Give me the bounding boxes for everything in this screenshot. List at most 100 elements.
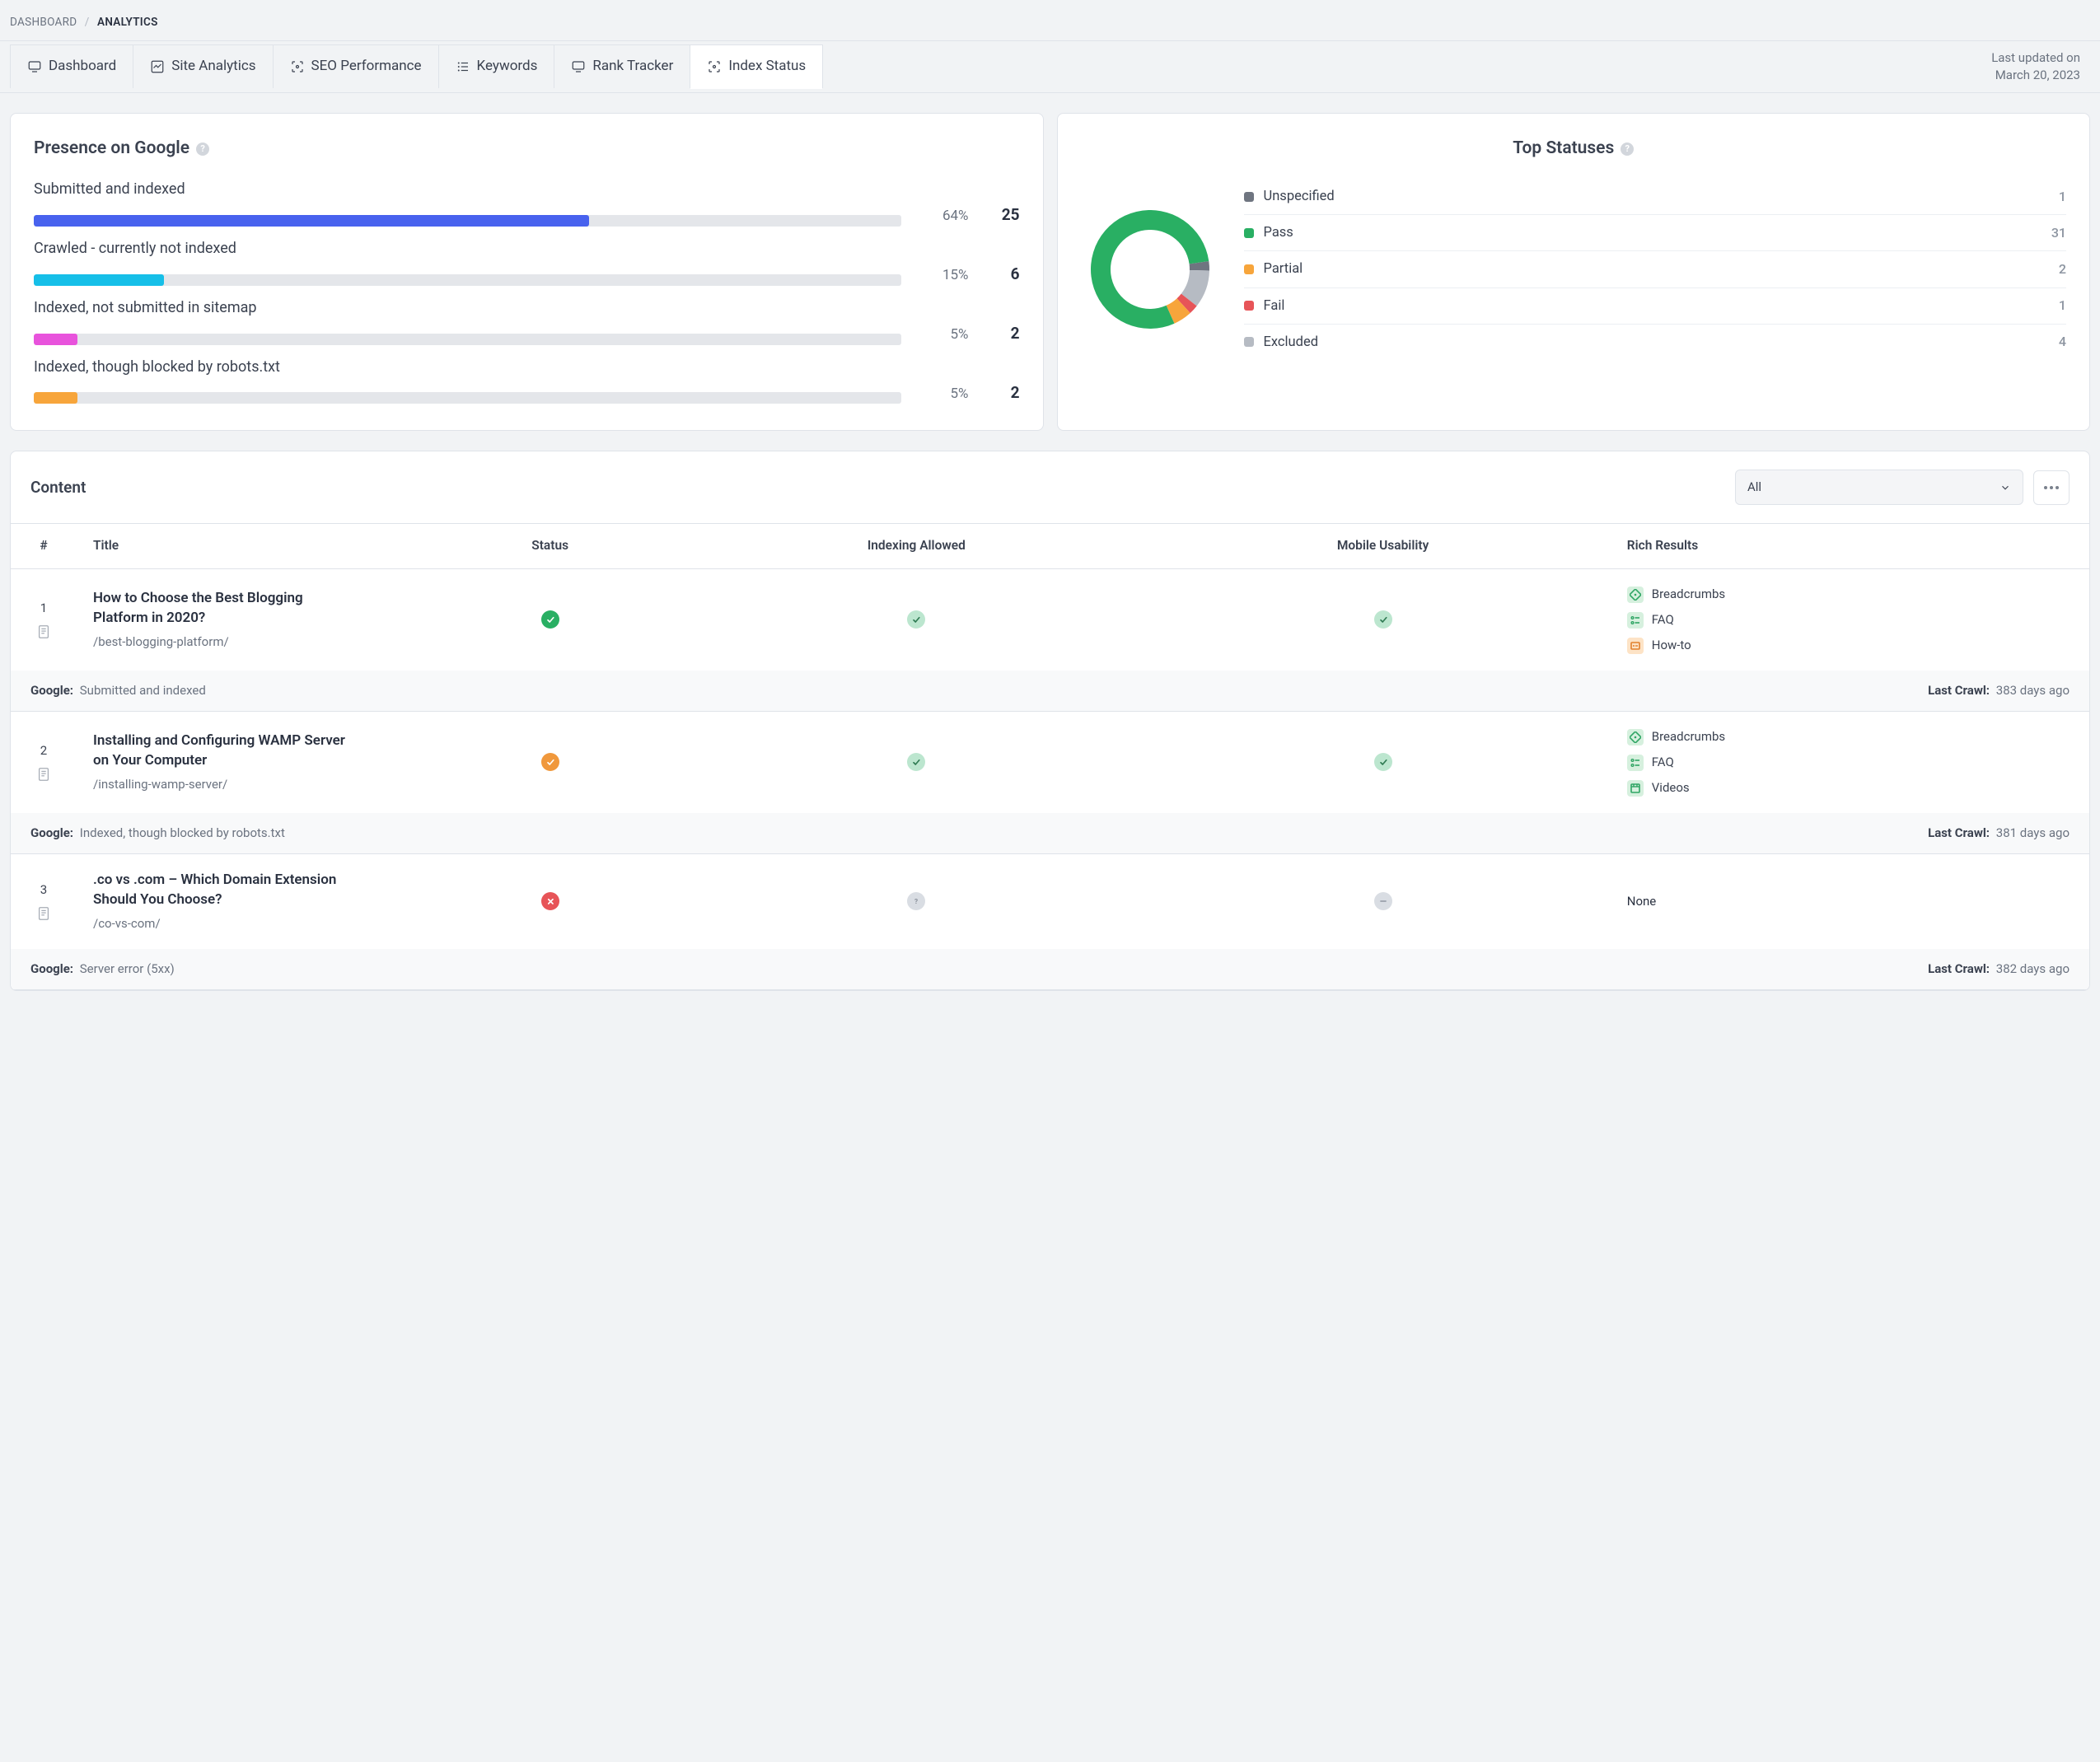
faq-icon bbox=[1627, 755, 1644, 771]
more-icon bbox=[2044, 486, 2059, 489]
status-name: Partial bbox=[1264, 259, 2049, 278]
presence-row: Submitted and indexed 64% 25 bbox=[34, 179, 1020, 227]
top-statuses-title: Top Statuses bbox=[1513, 137, 1614, 161]
row-rich: BreadcrumbsFAQHow-to bbox=[1611, 569, 2089, 671]
row-status bbox=[423, 712, 677, 814]
status-chip bbox=[1244, 337, 1254, 347]
content-actions-button[interactable] bbox=[2033, 470, 2070, 505]
status-count: 1 bbox=[2059, 297, 2066, 315]
breadcrumbs-icon bbox=[1627, 587, 1644, 603]
tab-index-status[interactable]: Index Status bbox=[690, 44, 823, 88]
faq-icon bbox=[1627, 612, 1644, 629]
last-crawl-label: Last Crawl: bbox=[1928, 825, 1990, 840]
tab-dashboard[interactable]: Dashboard bbox=[10, 44, 133, 88]
status-badge bbox=[907, 610, 925, 629]
row-rich: Breadcrumbs FAQ Videos bbox=[1611, 712, 2089, 814]
row-mobile bbox=[1155, 712, 1610, 814]
status-badge bbox=[1374, 892, 1392, 910]
help-icon[interactable]: ? bbox=[196, 143, 209, 156]
last-crawl-label: Last Crawl: bbox=[1928, 961, 1990, 976]
rich-item: FAQ bbox=[1627, 611, 2073, 629]
status-name: Fail bbox=[1264, 297, 2049, 315]
last-crawl-value: 381 days ago bbox=[1996, 825, 2070, 840]
presence-pct: 15% bbox=[919, 266, 969, 286]
breadcrumb-root[interactable]: DASHBOARD bbox=[10, 16, 77, 29]
dashboard-icon bbox=[27, 59, 42, 74]
top-statuses-card: Top Statuses ? Unspecified 1 Pass 31 Par… bbox=[1057, 113, 2091, 432]
row-title[interactable]: How to Choose the Best Blogging Platform… bbox=[93, 589, 357, 629]
row-path: /co-vs-com/ bbox=[93, 915, 406, 932]
tab-rank-tracker[interactable]: Rank Tracker bbox=[554, 44, 690, 88]
row-num: 2 bbox=[11, 712, 77, 814]
presence-value: 25 bbox=[987, 204, 1020, 227]
presence-row: Indexed, though blocked by robots.txt 5%… bbox=[34, 357, 1020, 404]
google-status: Submitted and indexed bbox=[80, 683, 206, 698]
status-name: Excluded bbox=[1264, 333, 2049, 352]
row-status bbox=[423, 854, 677, 949]
presence-label: Indexed, not submitted in sitemap bbox=[34, 297, 1020, 318]
presence-pct: 5% bbox=[919, 325, 969, 345]
videos-icon bbox=[1627, 780, 1644, 797]
keywords-icon bbox=[456, 59, 470, 74]
presence-card: Presence on Google ? Submitted and index… bbox=[10, 113, 1044, 432]
page-icon bbox=[36, 766, 51, 783]
content-filter-select[interactable]: All bbox=[1735, 470, 2023, 505]
presence-bar bbox=[34, 215, 901, 227]
google-status: Indexed, though blocked by robots.txt bbox=[80, 825, 285, 840]
row-rich: None bbox=[1611, 854, 2089, 949]
rich-item: Breadcrumbs bbox=[1627, 728, 2073, 745]
status-badge bbox=[907, 892, 925, 910]
status-chip bbox=[1244, 301, 1254, 311]
status-badge bbox=[1374, 610, 1392, 629]
table-row[interactable]: 1 How to Choose the Best Blogging Platfo… bbox=[11, 569, 2089, 671]
table-row[interactable]: 3 .co vs .com – Which Domain Extension S… bbox=[11, 854, 2089, 949]
last-updated-label: Last updated on bbox=[1991, 49, 2080, 67]
status-count: 2 bbox=[2059, 260, 2066, 278]
tab-site-analytics[interactable]: Site Analytics bbox=[133, 44, 273, 88]
row-title-cell: How to Choose the Best Blogging Platform… bbox=[77, 569, 423, 671]
rich-item: FAQ bbox=[1627, 754, 2073, 771]
row-indexing bbox=[677, 854, 1155, 949]
col-num: # bbox=[11, 524, 77, 569]
status-badge bbox=[541, 892, 559, 910]
content-table: # Title Status Indexing Allowed Mobile U… bbox=[11, 523, 2089, 989]
row-mobile bbox=[1155, 854, 1610, 949]
presence-row: Indexed, not submitted in sitemap 5% 2 bbox=[34, 297, 1020, 345]
presence-value: 2 bbox=[987, 382, 1020, 404]
tab-keywords[interactable]: Keywords bbox=[438, 44, 555, 88]
row-num: 3 bbox=[11, 854, 77, 949]
site-analytics-icon bbox=[150, 59, 165, 74]
seo-performance-icon bbox=[290, 59, 305, 74]
row-title-cell: Installing and Configuring WAMP Server o… bbox=[77, 712, 423, 814]
row-title[interactable]: Installing and Configuring WAMP Server o… bbox=[93, 731, 357, 771]
status-badge bbox=[541, 610, 559, 629]
status-row: Excluded 4 bbox=[1244, 325, 2067, 360]
tab-bar: DashboardSite AnalyticsSEO PerformanceKe… bbox=[0, 40, 2100, 93]
table-row-meta: Google: Submitted and indexed Last Crawl… bbox=[11, 671, 2089, 712]
status-name: Unspecified bbox=[1264, 187, 2049, 206]
status-row: Unspecified 1 bbox=[1244, 179, 2067, 215]
status-chip bbox=[1244, 192, 1254, 202]
rich-item: Videos bbox=[1627, 779, 2073, 797]
page-icon bbox=[36, 905, 51, 922]
table-row[interactable]: 2 Installing and Configuring WAMP Server… bbox=[11, 712, 2089, 814]
status-badge bbox=[541, 753, 559, 771]
chevron-down-icon bbox=[1999, 482, 2011, 493]
tab-seo-performance[interactable]: SEO Performance bbox=[273, 44, 439, 88]
row-indexing bbox=[677, 712, 1155, 814]
help-icon[interactable]: ? bbox=[1621, 143, 1634, 156]
breadcrumb: DASHBOARD / ANALYTICS bbox=[0, 0, 2100, 40]
google-label: Google: bbox=[30, 961, 73, 976]
status-row: Fail 1 bbox=[1244, 288, 2067, 325]
presence-bar bbox=[34, 392, 901, 404]
row-path: /best-blogging-platform/ bbox=[93, 633, 406, 651]
breadcrumb-sep: / bbox=[85, 16, 90, 29]
row-title[interactable]: .co vs .com – Which Domain Extension Sho… bbox=[93, 871, 357, 910]
presence-bar bbox=[34, 274, 901, 286]
presence-value: 6 bbox=[987, 264, 1020, 286]
presence-value: 2 bbox=[987, 323, 1020, 345]
row-indexing bbox=[677, 569, 1155, 671]
col-rich: Rich Results bbox=[1611, 524, 2089, 569]
rank-tracker-icon bbox=[571, 59, 586, 74]
breadcrumbs-icon bbox=[1627, 729, 1644, 745]
